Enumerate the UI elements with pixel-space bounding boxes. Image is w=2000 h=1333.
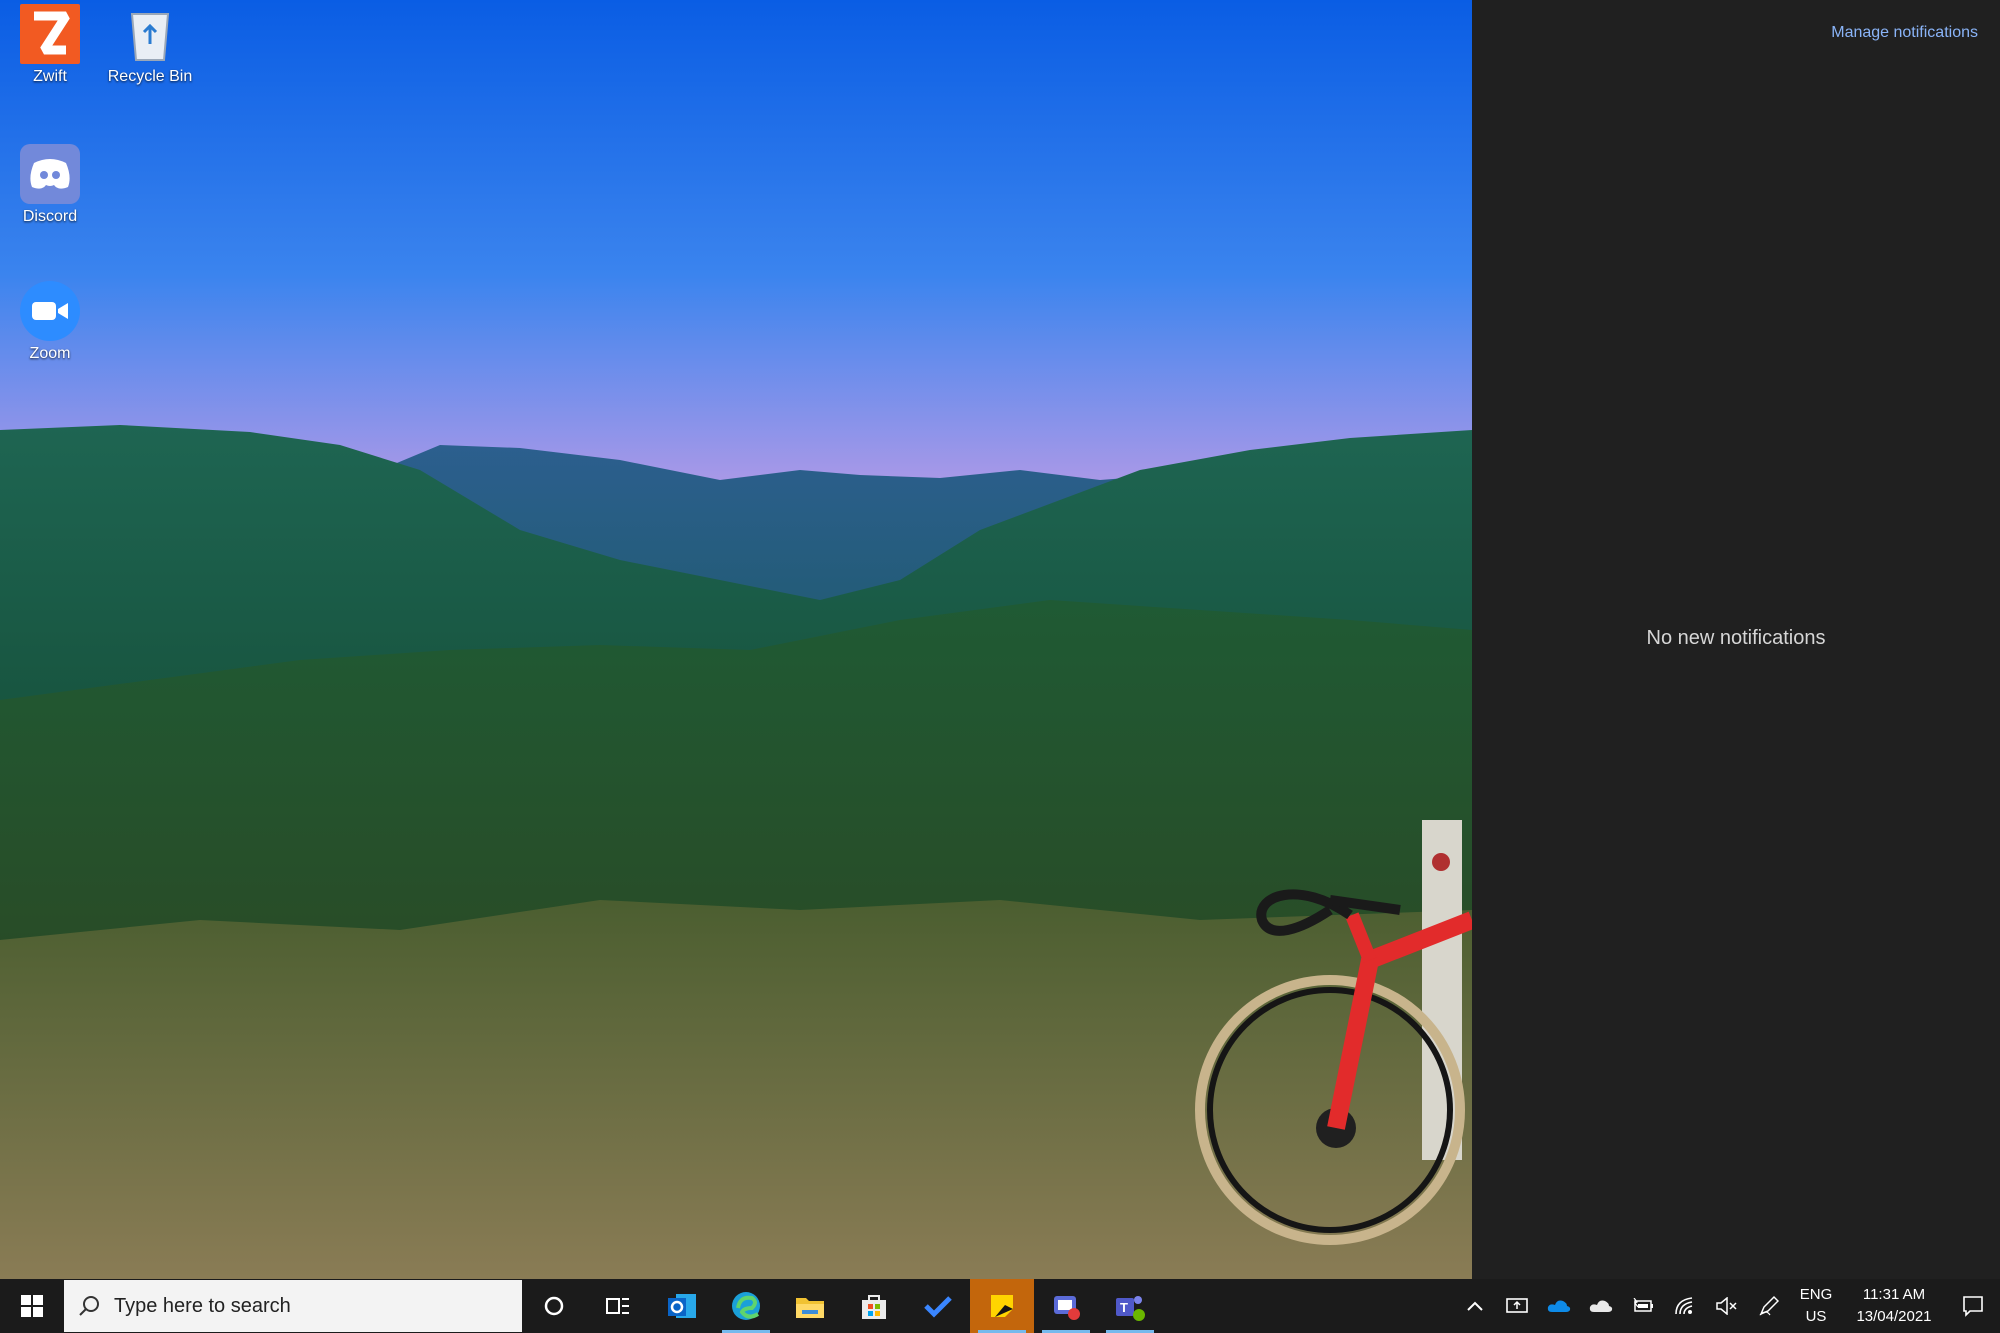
desktop-icon-label: Discord xyxy=(22,208,78,225)
recycle-bin-icon xyxy=(120,4,180,64)
tray-display-button[interactable] xyxy=(1496,1279,1538,1333)
onedrive-icon xyxy=(1547,1300,1571,1312)
desktop-icon-label: Zwift xyxy=(33,68,67,85)
system-tray: ENG US 11:31 AM 13/04/2021 xyxy=(1454,1279,2000,1333)
teams-icon: T xyxy=(1116,1296,1145,1321)
windows-logo-icon xyxy=(21,1295,43,1317)
tray-volume-button[interactable] xyxy=(1706,1279,1748,1333)
sticky-notes-icon xyxy=(991,1295,1013,1317)
search-placeholder: Type here to search xyxy=(114,1294,291,1317)
taskbar-search-box[interactable]: Type here to search xyxy=(64,1280,522,1332)
wallpaper-landscape xyxy=(0,0,1472,1279)
tray-pen-button[interactable] xyxy=(1748,1279,1790,1333)
taskbar-app-store[interactable] xyxy=(842,1279,906,1333)
cortana-icon xyxy=(544,1296,564,1316)
wifi-icon xyxy=(1675,1297,1693,1315)
display-icon xyxy=(1506,1298,1528,1313)
tray-onedrive-button[interactable] xyxy=(1538,1279,1580,1333)
no-notifications-message: No new notifications xyxy=(1646,627,1826,649)
desktop-icon-recycle-bin[interactable]: Recycle Bin xyxy=(100,4,200,86)
taskbar-app-file-explorer[interactable] xyxy=(778,1279,842,1333)
action-center-panel: Manage notifications No new notification… xyxy=(1472,0,2000,1279)
clock-date: 13/04/2021 xyxy=(1856,1308,1932,1325)
taskbar-app-icon[interactable] xyxy=(1034,1279,1098,1333)
keyboard-layout: US xyxy=(1805,1308,1827,1325)
desktop-icon-discord[interactable]: Discord xyxy=(0,144,100,226)
svg-text:T: T xyxy=(1120,1300,1128,1315)
search-icon xyxy=(79,1296,99,1316)
notification-icon xyxy=(1963,1296,1983,1317)
volume-muted-icon xyxy=(1716,1297,1737,1315)
manage-notifications-link[interactable]: Manage notifications xyxy=(1831,24,1978,42)
zoom-icon xyxy=(20,281,80,341)
clock[interactable]: 11:31 AM 13/04/2021 xyxy=(1842,1284,1946,1328)
cloud-icon xyxy=(1589,1300,1613,1312)
pen-icon xyxy=(1759,1295,1780,1316)
zwift-icon xyxy=(20,4,80,64)
todo-icon xyxy=(924,1296,952,1318)
desktop-wallpaper xyxy=(0,0,1472,1279)
cortana-button[interactable] xyxy=(522,1279,586,1333)
chevron-up-icon xyxy=(1467,1301,1483,1311)
language-code: ENG xyxy=(1799,1286,1833,1303)
taskbar-app-todo[interactable] xyxy=(906,1279,970,1333)
tray-network-button[interactable] xyxy=(1664,1279,1706,1333)
task-view-icon xyxy=(606,1298,629,1314)
battery-charging-icon xyxy=(1633,1298,1653,1312)
show-hidden-icons-button[interactable] xyxy=(1454,1279,1496,1333)
input-language-indicator[interactable]: ENG US xyxy=(1790,1284,1842,1328)
desktop-icon-label: Zoom xyxy=(29,345,71,362)
desktop-icon-label: Recycle Bin xyxy=(107,68,193,85)
tray-battery-button[interactable] xyxy=(1622,1279,1664,1333)
start-button[interactable] xyxy=(0,1279,64,1333)
app-icon xyxy=(1054,1296,1080,1320)
tray-onedrive-personal-button[interactable] xyxy=(1580,1279,1622,1333)
discord-icon xyxy=(20,144,80,204)
store-icon xyxy=(862,1295,886,1319)
outlook-icon xyxy=(668,1294,696,1318)
file-explorer-icon xyxy=(796,1298,824,1318)
taskbar-app-edge[interactable] xyxy=(714,1279,778,1333)
edge-icon xyxy=(732,1292,760,1320)
taskbar-app-teams[interactable]: T xyxy=(1098,1279,1162,1333)
desktop-icon-zoom[interactable]: Zoom xyxy=(0,281,100,363)
taskbar: Type here to search T ENG US 11:31 AM 13… xyxy=(0,1279,2000,1333)
clock-time: 11:31 AM xyxy=(1862,1286,1926,1303)
taskbar-app-outlook[interactable] xyxy=(650,1279,714,1333)
desktop-icon-zwift[interactable]: Zwift xyxy=(0,4,100,86)
task-view-button[interactable] xyxy=(586,1279,650,1333)
taskbar-app-sticky-notes[interactable] xyxy=(970,1279,1034,1333)
action-center-button[interactable] xyxy=(1946,1279,2000,1333)
